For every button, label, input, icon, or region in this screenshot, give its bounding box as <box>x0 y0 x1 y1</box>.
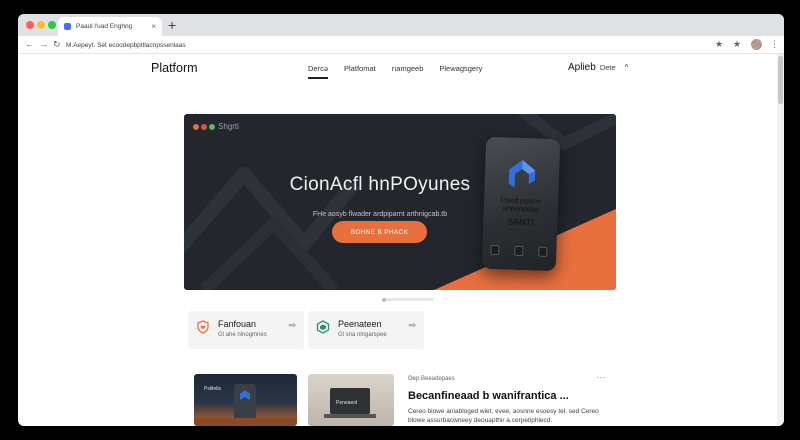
close-window-button[interactable] <box>26 21 34 29</box>
hero-logo-text: Shgrti <box>218 122 239 131</box>
phone-key <box>514 245 524 257</box>
browser-toolbar: ← → ↻ M.Aepeyt. Set ecoodepbpttlacnpssen… <box>18 36 784 54</box>
phone-key <box>538 246 548 257</box>
back-arrow-icon[interactable]: ← <box>25 38 34 50</box>
logo-dot-icon <box>201 123 207 130</box>
site-brand[interactable]: Platform <box>151 61 198 75</box>
article-thumbnail-2[interactable]: Peneaeol <box>308 374 394 426</box>
maximize-window-button[interactable] <box>48 21 56 29</box>
article-description: Cereo biowe aniabloged wiet, evee, aosnn… <box>408 408 599 424</box>
article-meta: Oep Beeadepaes <box>408 376 455 382</box>
site-nav: Dercə Platfomat rıamgeeb Plewagsgery <box>308 64 498 79</box>
carousel-dot[interactable] <box>382 297 386 302</box>
phone-screen-text: Pised pgocro sinpenpolas <box>484 197 559 216</box>
card-subtitle: Gl ahe nlnogmnes <box>218 332 267 338</box>
thumbnail-text: Pslitelis <box>204 386 221 392</box>
nav-item-2[interactable]: rıamgeeb <box>392 64 424 73</box>
logo-dot-icon <box>209 123 215 130</box>
bookmark-star-icon[interactable]: ★ <box>715 38 723 50</box>
new-tab-button[interactable]: + <box>168 17 176 33</box>
profile-avatar[interactable] <box>751 39 762 50</box>
house-logo-icon <box>508 160 536 188</box>
arrow-right-icon[interactable]: ⇨ <box>288 320 296 331</box>
article-thumbnail-1[interactable]: Pslitelis <box>194 374 297 426</box>
nav-item-3[interactable]: Plewagsgery <box>439 64 482 73</box>
shield-heart-icon <box>197 320 209 334</box>
tab-strip: Paaul l'uad Enghng × + <box>18 14 784 36</box>
thumbnail-text: Peneaeol <box>336 400 358 406</box>
phone-mockup: Pised pgocro sinpenpolas SANTI <box>481 136 561 272</box>
forward-arrow-icon[interactable]: → <box>39 38 48 50</box>
phone-text-line2: sinpenpolas <box>502 205 540 214</box>
tab-title: Paaul l'uad Enghng <box>76 23 133 30</box>
hero-cta-button[interactable]: BOHNE B PHACK <box>332 221 427 243</box>
hero-banner: Shgrti CionAcfl hnPOyunes FHe aosyb flwa… <box>184 114 616 290</box>
phone-text-line3: SANTI <box>506 216 534 228</box>
card-title: Peenateen <box>338 319 382 329</box>
tab-close-icon[interactable]: × <box>151 22 156 31</box>
card-title: Fanfouan <box>218 319 257 329</box>
page-scrollbar[interactable] <box>777 54 784 426</box>
hexagon-icon <box>316 320 330 334</box>
account-menu[interactable]: Aplieb Dete ^ <box>568 62 628 73</box>
account-name: Aplieb <box>568 62 596 73</box>
address-text: M.Aepeyt. Set ecoodepbpttlacnpssenlaas <box>66 41 186 49</box>
carousel-indicator[interactable] <box>382 297 434 302</box>
favicon-icon <box>64 23 71 30</box>
phone-key <box>490 244 500 256</box>
feature-card-1[interactable]: Fanfouan Gl ahe nlnogmnes ⇨ <box>188 311 304 349</box>
scrollbar-thumb[interactable] <box>778 56 783 104</box>
chevron-up-icon[interactable]: ^ <box>625 63 629 72</box>
arrow-right-icon[interactable]: ⇨ <box>408 320 416 331</box>
account-sub: Dete <box>599 63 616 72</box>
article-title[interactable]: Becanfineaad b wanifrantica ... <box>408 390 569 402</box>
browser-tab-active[interactable]: Paaul l'uad Enghng × <box>58 17 162 36</box>
minimize-window-button[interactable] <box>37 21 45 29</box>
nav-item-1[interactable]: Platfomat <box>344 64 376 73</box>
browser-window: Paaul l'uad Enghng × + ← → ↻ M.Aepeyt. S… <box>18 14 784 426</box>
browser-menu-icon[interactable]: ⋮ <box>770 38 779 50</box>
feature-card-2[interactable]: Peenateen Gl sna nlngarspee ⇨ <box>308 311 424 349</box>
hero-title: CionAcfl hnPOyunes <box>289 174 471 195</box>
hero-logo: Shgrti <box>193 122 239 131</box>
more-options-icon[interactable]: ··· <box>596 373 607 382</box>
nav-item-0[interactable]: Dercə <box>308 64 329 79</box>
hero-subtitle: FHe aosyb flwader ardpiparnt arthnigcab.… <box>312 211 448 218</box>
address-bar[interactable]: M.Aepeyt. Set ecoodepbpttlacnpssenlaas <box>66 39 706 51</box>
logo-dot-icon <box>193 123 199 130</box>
reload-icon[interactable]: ↻ <box>53 38 61 50</box>
extension-star-icon[interactable]: ★ <box>733 38 741 50</box>
card-subtitle: Gl sna nlngarspee <box>338 332 387 338</box>
thumbnail-art <box>194 384 297 426</box>
